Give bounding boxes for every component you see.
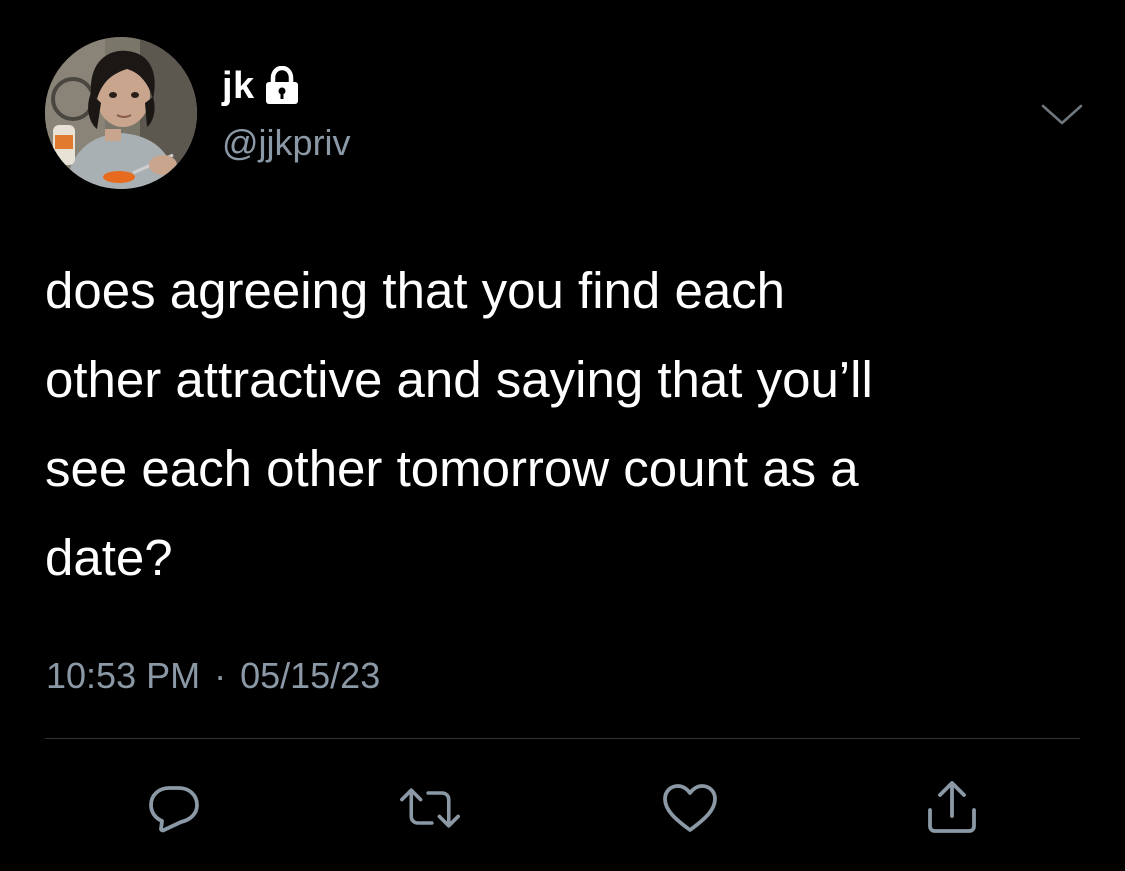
retweet-icon: [400, 788, 460, 828]
lock-icon: [265, 66, 299, 106]
reply-icon: [149, 786, 199, 833]
retweet-button[interactable]: [400, 778, 460, 838]
heart-icon: [663, 784, 717, 832]
tweet-card: jk @jjkpriv does agreeing that you find …: [0, 0, 1125, 871]
tweet-time[interactable]: 10:53 PM: [46, 650, 200, 702]
tweet-text: does agreeing that you find each other a…: [45, 262, 873, 586]
author-name-row[interactable]: jk: [222, 62, 299, 110]
chevron-down-icon: [1041, 104, 1083, 125]
share-button[interactable]: [922, 778, 982, 838]
author-handle[interactable]: @jjkpriv: [222, 121, 351, 165]
tweet-date[interactable]: 05/15/23: [240, 650, 380, 702]
reply-button[interactable]: [144, 778, 204, 838]
meta-separator: ·: [214, 655, 227, 696]
more-options-button[interactable]: [1038, 95, 1086, 135]
divider: [45, 738, 1080, 739]
avatar[interactable]: [45, 37, 197, 189]
like-button[interactable]: [660, 778, 720, 838]
tweet-meta: 10:53 PM · 05/15/23: [46, 650, 380, 702]
avatar-photo: [45, 37, 197, 189]
share-icon: [928, 781, 976, 833]
author-display-name[interactable]: jk: [222, 62, 255, 110]
